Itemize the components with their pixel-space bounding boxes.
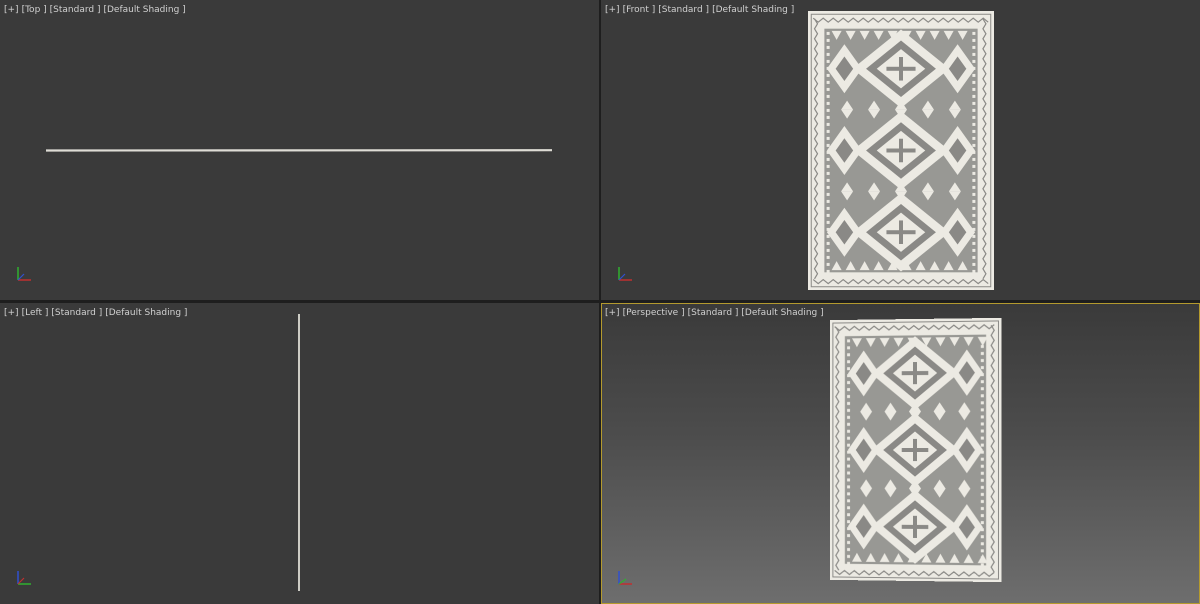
rug-side-profile[interactable] [294, 313, 304, 593]
view-name-button[interactable]: [Front ] [623, 5, 656, 15]
rug-model[interactable] [808, 11, 994, 290]
standard-mode-button[interactable]: [Standard ] [51, 308, 102, 318]
shading-mode-button[interactable]: [Default Shading ] [712, 5, 794, 15]
standard-mode-button[interactable]: [Standard ] [688, 308, 739, 318]
viewport-label: [+] [Top ] [Standard ] [Default Shading ] [4, 5, 189, 15]
view-name-button[interactable]: [Top ] [22, 5, 47, 15]
shading-mode-button[interactable]: [Default Shading ] [105, 308, 187, 318]
viewport-front[interactable]: [+] [Front ] [Standard ] [Default Shading ] [601, 0, 1200, 300]
viewport-left[interactable]: [+] [Left ] [Standard ] [Default Shading ] [0, 303, 599, 604]
view-name-button[interactable]: [Left ] [22, 308, 49, 318]
axis-gizmo-icon [618, 267, 632, 281]
axis-gizmo-icon [17, 267, 31, 281]
viewport-menu-button[interactable]: [+] [4, 308, 19, 318]
axis-gizmo-icon [618, 571, 632, 585]
standard-mode-button[interactable]: [Standard ] [50, 5, 101, 15]
viewport-perspective[interactable]: [+] [Perspective ] [Standard ] [Default Sha… [601, 303, 1200, 604]
axis-gizmo-icon [17, 571, 31, 585]
rug-model[interactable] [829, 317, 1002, 583]
viewport-top[interactable]: [+] [Top ] [Standard ] [Default Shading ] [0, 0, 599, 300]
shading-mode-button[interactable]: [Default Shading ] [103, 5, 185, 15]
viewport-menu-button[interactable]: [+] [605, 5, 620, 15]
viewport-label: [+] [Perspective ] [Standard ] [Default Sha… [605, 308, 827, 318]
viewport-menu-button[interactable]: [+] [4, 5, 19, 15]
viewport-label: [+] [Front ] [Standard ] [Default Shading ] [605, 5, 797, 15]
viewport-label: [+] [Left ] [Standard ] [Default Shading ] [4, 308, 190, 318]
rug-top-profile[interactable] [44, 147, 556, 155]
viewport-menu-button[interactable]: [+] [605, 308, 620, 318]
standard-mode-button[interactable]: [Standard ] [658, 5, 709, 15]
shading-mode-button[interactable]: [Default Shading ] [741, 308, 823, 318]
view-name-button[interactable]: [Perspective ] [623, 308, 685, 318]
